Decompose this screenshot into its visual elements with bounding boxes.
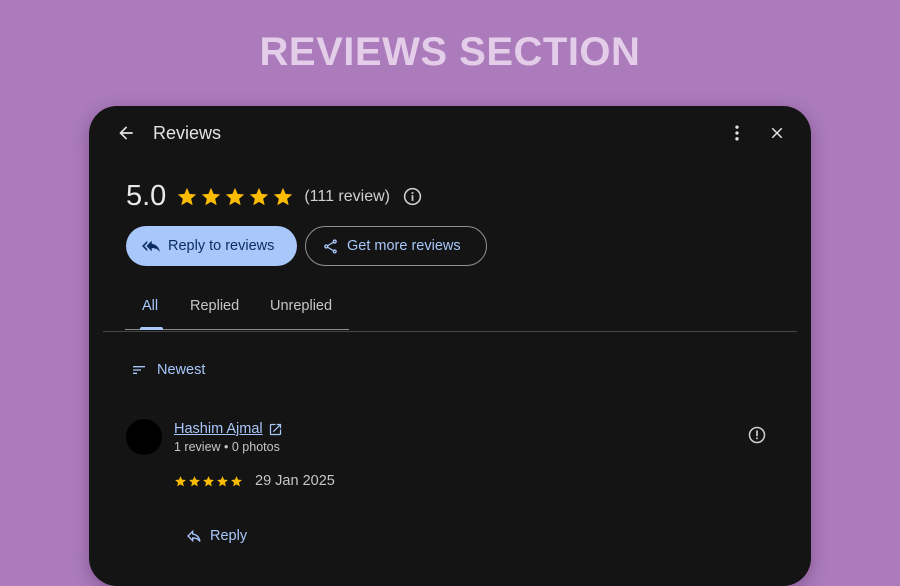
review-author-link[interactable]: Hashim Ajmal — [174, 421, 263, 437]
reply-all-icon — [142, 240, 160, 252]
get-more-reviews-button[interactable]: Get more reviews — [305, 226, 487, 266]
tab-replied[interactable]: Replied — [190, 298, 239, 314]
star-icon — [250, 187, 269, 205]
star-icon — [217, 475, 228, 486]
star-icon — [202, 187, 221, 205]
more-vert-icon — [735, 125, 739, 141]
sort-button[interactable]: Newest — [131, 362, 205, 378]
panel-header: Reviews — [89, 120, 811, 148]
review-rating-row: 29 Jan 2025 — [174, 473, 335, 489]
star-icon — [189, 475, 200, 486]
review-stars — [174, 475, 243, 488]
review-author-row: Hashim Ajmal — [174, 421, 283, 437]
star-icon — [226, 187, 245, 205]
reply-to-reviews-label: Reply to reviews — [168, 238, 275, 254]
close-button[interactable] — [766, 122, 788, 144]
panel-title: Reviews — [153, 123, 222, 143]
back-button[interactable] — [115, 122, 137, 144]
reply-to-reviews-button[interactable]: Reply to reviews — [126, 226, 297, 266]
star-icon — [203, 475, 214, 486]
reply-label: Reply — [210, 528, 248, 544]
more-options-button[interactable] — [726, 122, 748, 144]
arrow-left-icon — [119, 126, 133, 140]
review-author-meta: 1 review • 0 photos — [174, 440, 280, 454]
review-count: (111 review) — [304, 187, 390, 205]
open-external-icon[interactable] — [268, 422, 283, 437]
reviews-panel: Reviews 5.0 (111 review) Reply to review… — [89, 106, 811, 586]
sort-icon — [133, 366, 145, 374]
report-review-button[interactable] — [746, 424, 768, 446]
info-icon — [403, 187, 422, 206]
info-button[interactable] — [402, 186, 423, 207]
star-icon — [231, 475, 242, 486]
star-icon — [175, 475, 186, 486]
review-date: 29 Jan 2025 — [255, 473, 335, 489]
tab-all[interactable]: All — [142, 298, 158, 314]
sort-label: Newest — [157, 362, 206, 378]
page-banner-title: REVIEWS SECTION — [259, 30, 641, 74]
reply-button[interactable]: Reply — [186, 528, 247, 544]
rating-stars — [176, 186, 294, 208]
star-icon — [178, 187, 197, 205]
report-icon — [748, 426, 766, 444]
close-icon — [771, 127, 783, 139]
reply-icon — [187, 529, 201, 543]
review-filter-tabs: All Replied Unreplied — [103, 286, 797, 332]
active-tab-indicator — [140, 327, 163, 330]
star-icon — [274, 187, 293, 205]
avatar[interactable] — [126, 419, 162, 455]
share-icon — [324, 238, 337, 254]
average-rating: 5.0 — [126, 180, 167, 212]
tab-unreplied[interactable]: Unreplied — [270, 298, 332, 314]
rating-summary: 5.0 (111 review) — [126, 180, 423, 213]
get-more-reviews-label: Get more reviews — [347, 238, 461, 254]
